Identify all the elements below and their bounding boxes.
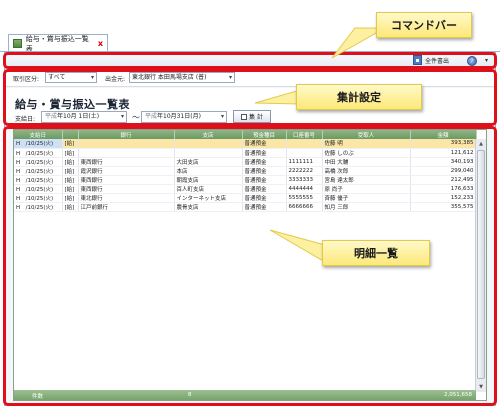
app-window: 給与・賞与振込一覧表 x 全件書出 ? ▾ 取引区分: すべて ▾ 出金元: 東… xyxy=(0,0,500,409)
callout-detail-list: 明細一覧 xyxy=(322,240,430,266)
sheet-icon xyxy=(13,39,22,48)
summary-settings-highlight xyxy=(3,69,497,126)
callout-command-bar: コマンドバー xyxy=(376,12,472,38)
close-icon[interactable]: x xyxy=(98,39,103,48)
detail-list-highlight xyxy=(3,126,497,406)
command-bar-highlight xyxy=(3,52,497,69)
callout-summary-settings: 集計設定 xyxy=(296,84,422,110)
tab-payroll-list[interactable]: 給与・賞与振込一覧表 x xyxy=(8,34,108,53)
